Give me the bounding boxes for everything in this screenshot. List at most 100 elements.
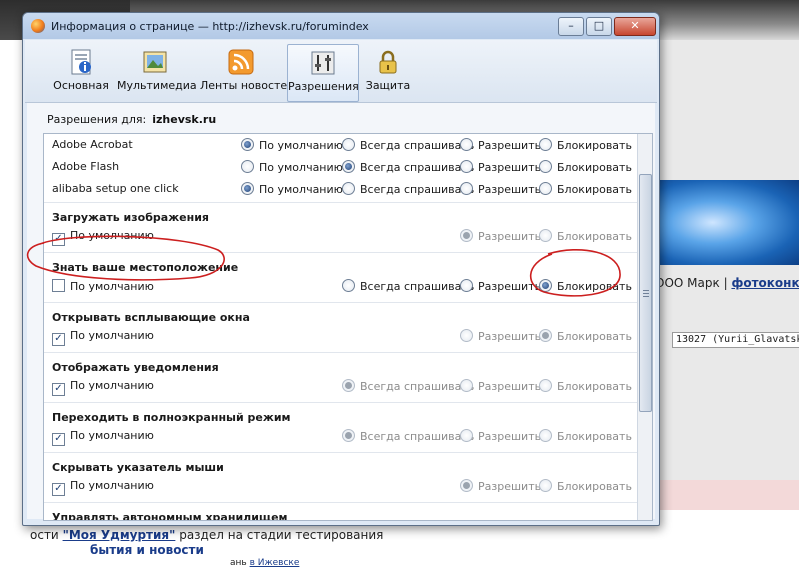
- permissions-icon: [311, 51, 335, 75]
- tab-media[interactable]: Мультимедиа: [117, 44, 197, 100]
- radio-circle[interactable]: [460, 229, 473, 242]
- background-link-mark[interactable]: ООО Марк: [655, 276, 720, 290]
- radio-allow[interactable]: Разрешить: [460, 279, 541, 293]
- background-banner-image: [655, 180, 799, 265]
- radio-allow[interactable]: Разрешить: [460, 479, 541, 493]
- plugin-name: Adobe Flash: [52, 160, 120, 173]
- radio-allow[interactable]: Разрешить: [460, 379, 541, 393]
- checkbox[interactable]: ✓: [52, 333, 65, 346]
- checkbox-label: По умолчанию: [70, 229, 154, 242]
- option-label: По умолчанию: [259, 183, 343, 196]
- radio-circle[interactable]: [342, 379, 355, 392]
- radio-default[interactable]: По умолчанию: [241, 138, 343, 152]
- radio-circle[interactable]: [539, 160, 552, 173]
- radio-block[interactable]: Блокировать: [539, 429, 632, 443]
- radio-circle[interactable]: [539, 379, 552, 392]
- maximize-button[interactable]: □: [586, 17, 612, 36]
- radio-circle[interactable]: [241, 160, 254, 173]
- default-checkbox[interactable]: ✓ По умолчанию: [52, 479, 154, 496]
- radio-circle[interactable]: [342, 182, 355, 195]
- radio-always-ask[interactable]: Всегда спрашивать: [342, 182, 474, 196]
- radio-default[interactable]: По умолчанию: [241, 182, 343, 196]
- radio-allow[interactable]: Разрешить: [460, 329, 541, 343]
- section-title: Открывать всплывающие окна: [52, 311, 250, 324]
- rss-icon: [228, 49, 254, 75]
- tab-permissions[interactable]: Разрешения: [287, 44, 359, 102]
- lock-icon: [379, 50, 397, 74]
- option-label: По умолчанию: [259, 139, 343, 152]
- option-label: Всегда спрашивать: [360, 430, 475, 443]
- radio-always-ask[interactable]: Всегда спрашивать: [342, 160, 474, 174]
- radio-allow[interactable]: Разрешить: [460, 160, 541, 174]
- checkbox[interactable]: ✓: [52, 433, 65, 446]
- tab-security[interactable]: Защита: [363, 44, 413, 100]
- radio-allow[interactable]: Разрешить: [460, 182, 541, 196]
- title-bar[interactable]: Информация о странице — http://izhevsk.r…: [23, 13, 659, 39]
- radio-block[interactable]: Блокировать: [539, 329, 632, 343]
- radio-always-ask[interactable]: Всегда спрашивать: [342, 379, 474, 393]
- default-checkbox[interactable]: ✓ По умолчанию: [52, 229, 154, 246]
- tab-feeds[interactable]: Ленты новостей: [200, 44, 294, 100]
- checkbox[interactable]: [52, 279, 65, 292]
- tab-general[interactable]: Основная: [53, 44, 109, 100]
- radio-circle[interactable]: [460, 182, 473, 195]
- radio-circle[interactable]: [460, 279, 473, 292]
- radio-circle[interactable]: [460, 329, 473, 342]
- background-link-photo[interactable]: фотоконку: [731, 276, 799, 290]
- radio-block[interactable]: Блокировать: [539, 379, 632, 393]
- window-title: Информация о странице — http://izhevsk.r…: [51, 20, 369, 33]
- radio-default[interactable]: По умолчанию: [241, 160, 343, 174]
- scrollbar-thumb[interactable]: [639, 174, 652, 412]
- radio-circle[interactable]: [342, 138, 355, 151]
- radio-circle[interactable]: [539, 138, 552, 151]
- minimize-button[interactable]: –: [558, 17, 584, 36]
- radio-circle[interactable]: [460, 429, 473, 442]
- radio-circle[interactable]: [241, 138, 254, 151]
- option-label: Разрешить: [478, 139, 542, 152]
- radio-allow[interactable]: Разрешить: [460, 138, 541, 152]
- background-izhevsk-link[interactable]: в Ижевске: [250, 558, 300, 568]
- radio-circle[interactable]: [460, 138, 473, 151]
- default-checkbox[interactable]: ✓ По умолчанию: [52, 329, 154, 346]
- radio-circle[interactable]: [342, 279, 355, 292]
- default-checkbox[interactable]: По умолчанию: [52, 279, 154, 293]
- option-label: Блокировать: [557, 230, 632, 243]
- radio-circle[interactable]: [539, 279, 552, 292]
- radio-circle[interactable]: [539, 429, 552, 442]
- radio-circle[interactable]: [342, 429, 355, 442]
- radio-circle[interactable]: [460, 160, 473, 173]
- radio-block[interactable]: Блокировать: [539, 138, 632, 152]
- radio-circle[interactable]: [539, 329, 552, 342]
- option-label: Блокировать: [557, 161, 632, 174]
- radio-allow[interactable]: Разрешить: [460, 229, 541, 243]
- radio-circle[interactable]: [460, 379, 473, 392]
- permissions-for: Разрешения для: izhevsk.ru: [47, 113, 216, 126]
- checkbox[interactable]: ✓: [52, 383, 65, 396]
- default-checkbox[interactable]: ✓ По умолчанию: [52, 379, 154, 396]
- radio-block[interactable]: Блокировать: [539, 479, 632, 493]
- radio-block[interactable]: Блокировать: [539, 229, 632, 243]
- radio-block[interactable]: Блокировать: [539, 160, 632, 174]
- radio-allow[interactable]: Разрешить: [460, 429, 541, 443]
- radio-block[interactable]: Блокировать: [539, 279, 632, 293]
- radio-circle[interactable]: [539, 182, 552, 195]
- background-news-link[interactable]: "Моя Удмуртия": [63, 528, 176, 542]
- background-events-link[interactable]: бытия и новости: [30, 543, 530, 557]
- radio-always-ask[interactable]: Всегда спрашивать: [342, 429, 474, 443]
- radio-block[interactable]: Блокировать: [539, 182, 632, 196]
- permissions-list[interactable]: Adobe Acrobat По умолчанию Всегда спраши…: [43, 133, 653, 521]
- radio-circle[interactable]: [460, 479, 473, 492]
- radio-circle[interactable]: [539, 479, 552, 492]
- background-page-column: [655, 40, 799, 510]
- list-scrollbar[interactable]: [637, 134, 652, 520]
- radio-circle[interactable]: [342, 160, 355, 173]
- close-button[interactable]: ✕: [614, 17, 656, 36]
- checkbox[interactable]: ✓: [52, 483, 65, 496]
- checkbox[interactable]: ✓: [52, 233, 65, 246]
- radio-always-ask[interactable]: Всегда спрашивать: [342, 279, 474, 293]
- default-checkbox[interactable]: ✓ По умолчанию: [52, 429, 154, 446]
- checkbox-label: По умолчанию: [70, 379, 154, 392]
- radio-circle[interactable]: [241, 182, 254, 195]
- radio-always-ask[interactable]: Всегда спрашивать: [342, 138, 474, 152]
- radio-circle[interactable]: [539, 229, 552, 242]
